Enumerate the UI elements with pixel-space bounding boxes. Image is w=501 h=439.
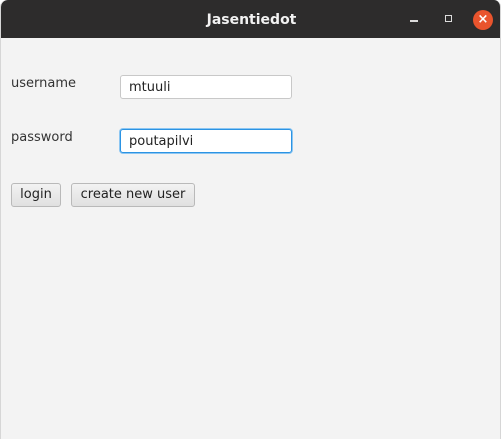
username-input[interactable] [120,75,292,99]
username-label: username [11,76,76,91]
close-button[interactable]: × [473,10,493,30]
app-window: Jasentiedot × username password login cr… [0,0,501,439]
maximize-icon [445,15,452,22]
window-title: Jasentiedot [206,12,297,28]
login-button[interactable]: login [11,183,61,207]
password-input[interactable] [120,129,292,153]
create-new-user-button[interactable]: create new user [71,183,195,207]
minimize-icon [410,20,418,22]
title-bar[interactable]: Jasentiedot × [1,0,500,38]
password-label: password [11,130,73,145]
minimize-button[interactable] [404,10,424,30]
maximize-button[interactable] [439,10,459,30]
close-icon: × [477,12,489,27]
